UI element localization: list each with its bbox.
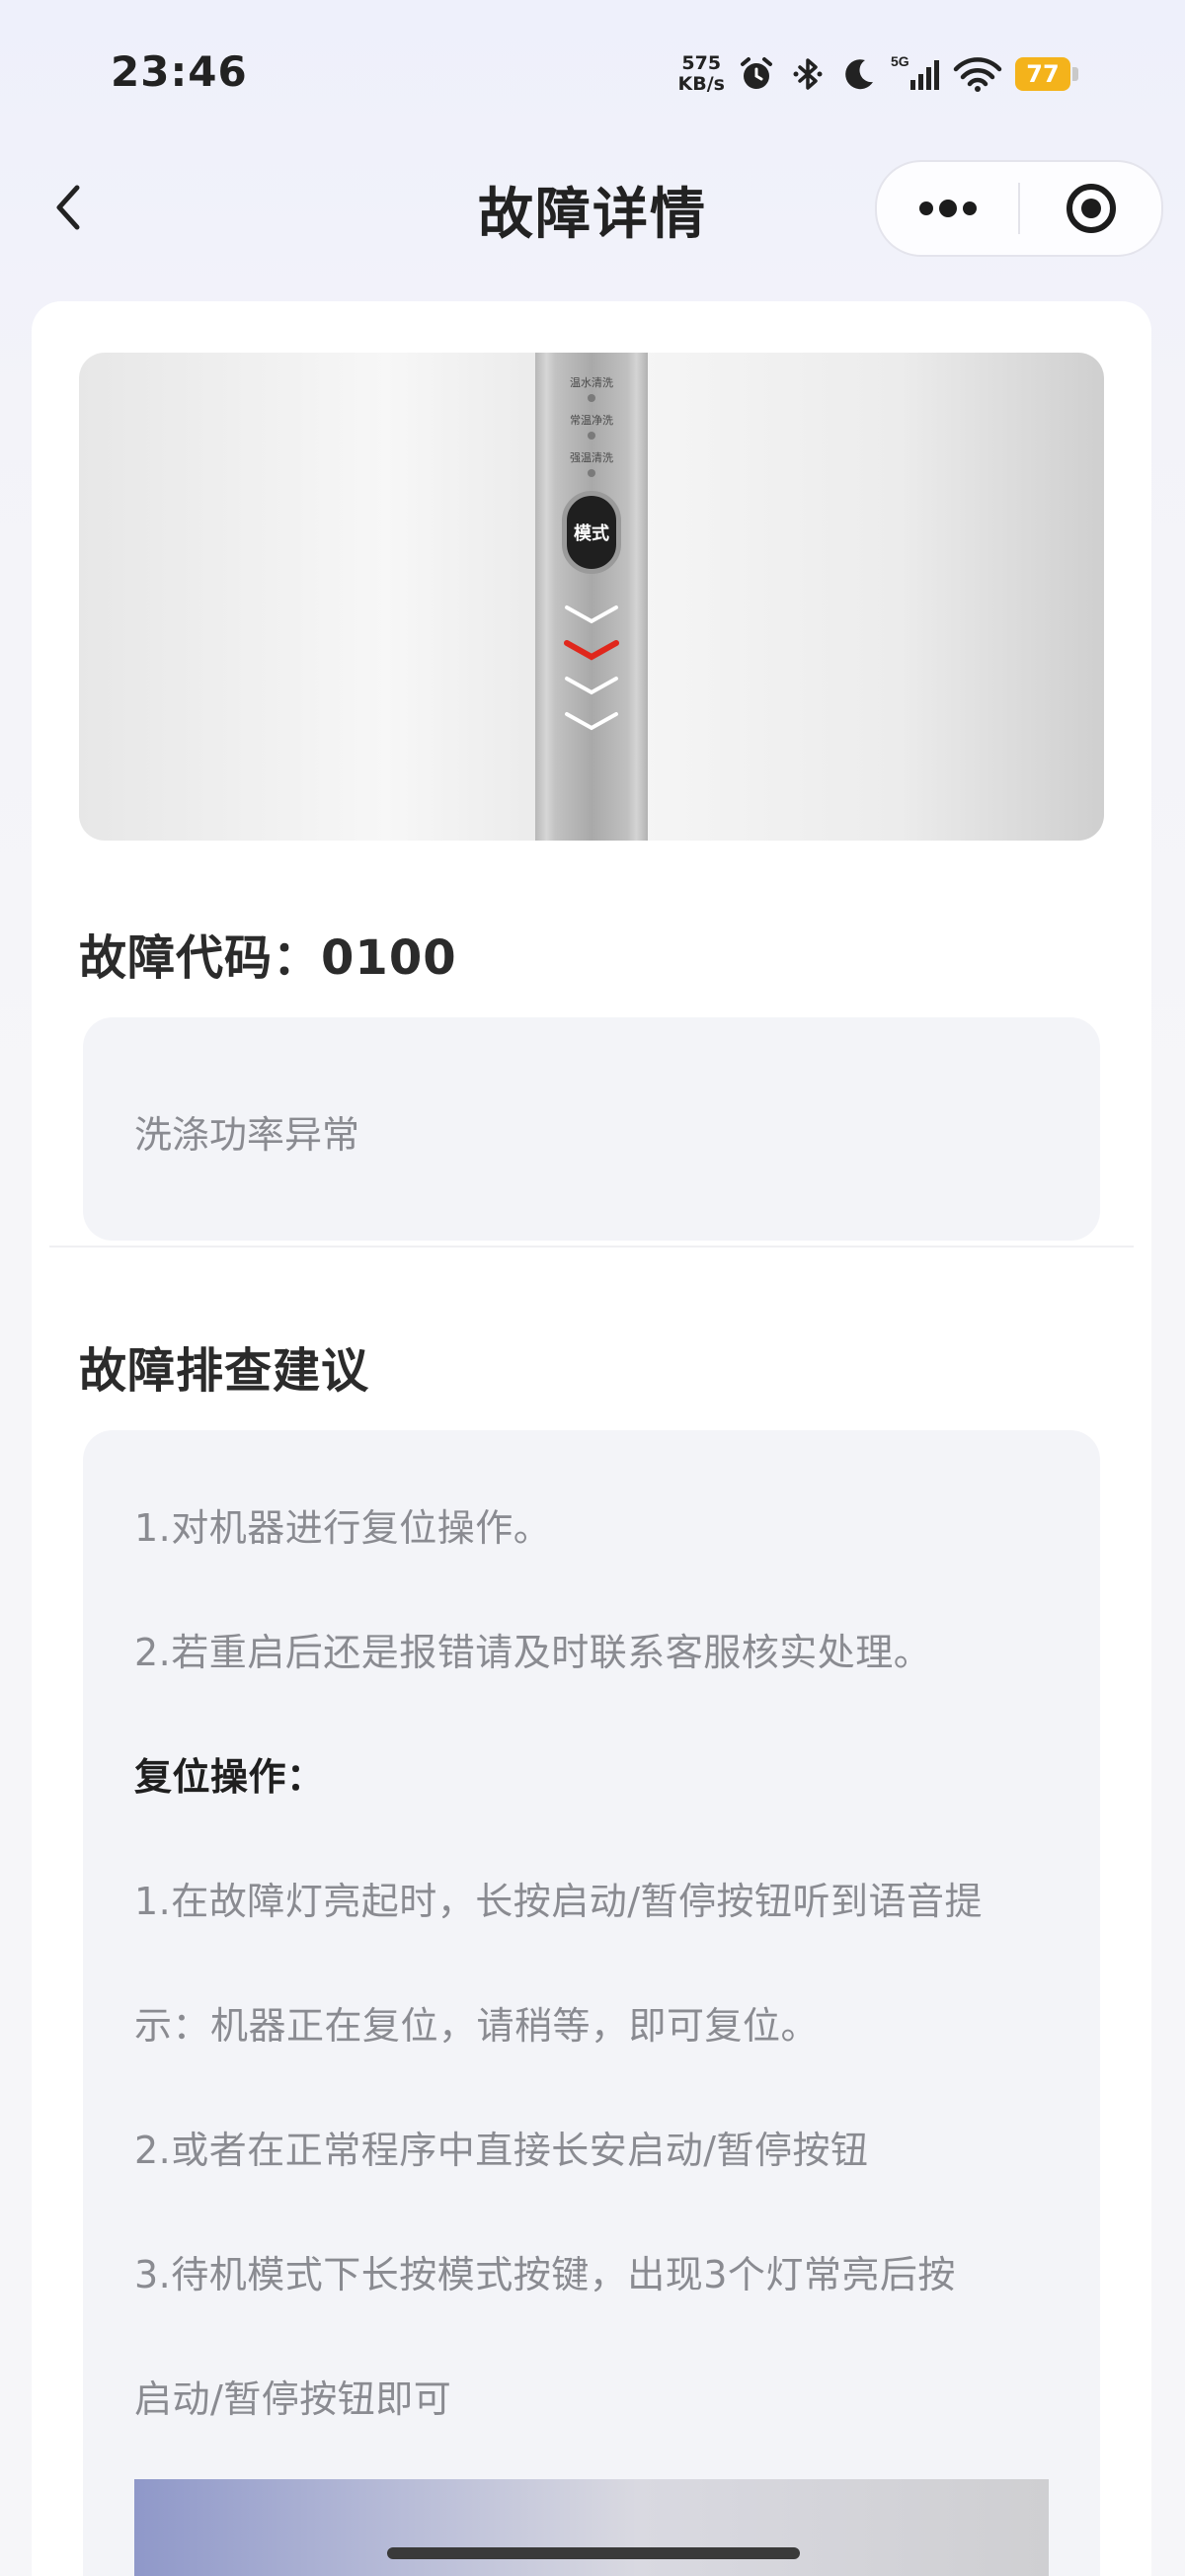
tip-line: 启动/暂停按钮即可 [134,2377,452,2421]
chevron-down-red-icon [564,640,619,661]
fault-description-box: 洗涤功率异常 [83,1017,1100,1241]
more-button[interactable] [877,162,1018,255]
close-target-icon [1066,184,1116,233]
network-speed-value: 575 [681,52,722,74]
moon-icon [839,54,879,94]
tip-line: 2.若重启后还是报错请及时联系客服核实处理。 [134,1631,932,1674]
close-button[interactable] [1020,162,1161,255]
device-image: 温水清洗 常温净洗 强温清洗 模式 [79,353,1104,841]
alarm-icon [737,54,776,94]
troubleshooting-box: 1.对机器进行复位操作。 2.若重启后还是报错请及时联系客服核实处理。 复位操作… [83,1430,1100,2576]
wifi-icon [952,54,1003,94]
fault-description: 洗涤功率异常 [134,1113,360,1157]
tip-line: 1.在故障灯亮起时，长按启动/暂停按钮听到语音提 [134,1880,984,1923]
battery-icon: 77 [1015,57,1078,91]
indicator-dot-1 [588,394,595,402]
miniprogram-capsule [875,160,1163,257]
tip-line: 示：机器正在复位，请稍等，即可复位。 [134,2004,820,2048]
tip-line: 3.待机模式下长按模式按键，出现3个灯常亮后按 [134,2253,956,2296]
tips-image [134,2479,1049,2576]
nav-bar: 故障详情 [0,148,1185,267]
home-indicator[interactable] [387,2547,800,2559]
network-type-label: 5G [891,54,909,69]
status-time: 23:46 [111,47,248,96]
panel-label-2: 常温净洗 [570,414,613,427]
fault-code-value: 0100 [321,930,457,986]
status-bar: 23:46 575 KB/s 5G 77 [0,0,1185,148]
chevron-down-icon [565,712,618,731]
bluetooth-icon [788,54,828,94]
tip-line: 1.对机器进行复位操作。 [134,1506,552,1550]
network-speed-unit: KB/s [677,73,725,95]
indicator-dot-3 [588,469,595,477]
status-icons: 575 KB/s 5G 77 [678,47,1078,101]
mode-button-graphic: 模式 [562,491,621,574]
panel-label-3: 强温清洗 [570,451,613,464]
signal-icon: 5G [891,54,940,94]
indicator-dot-2 [588,432,595,440]
reset-heading: 复位操作： [134,1755,325,1799]
device-control-panel: 温水清洗 常温净洗 强温清洗 模式 [535,353,648,841]
panel-label-1: 温水清洗 [570,376,613,389]
battery-level: 77 [1015,57,1070,91]
fault-code-label: 故障代码： [79,930,322,986]
troubleshooting-title: 故障排查建议 [79,1343,370,1399]
fault-code: 故障代码：0100 [79,919,457,988]
section-divider [49,1246,1134,1248]
fault-detail-card: 温水清洗 常温净洗 强温清洗 模式 故障代码：0100 洗涤功率异常 故障排查建… [32,301,1151,2576]
chevron-down-icon [565,605,618,624]
network-speed: 575 KB/s [678,53,725,95]
more-icon [918,200,977,217]
chevron-down-icon [565,677,618,695]
battery-cap [1072,67,1078,81]
tip-line: 2.或者在正常程序中直接长安启动/暂停按钮 [134,2129,869,2172]
